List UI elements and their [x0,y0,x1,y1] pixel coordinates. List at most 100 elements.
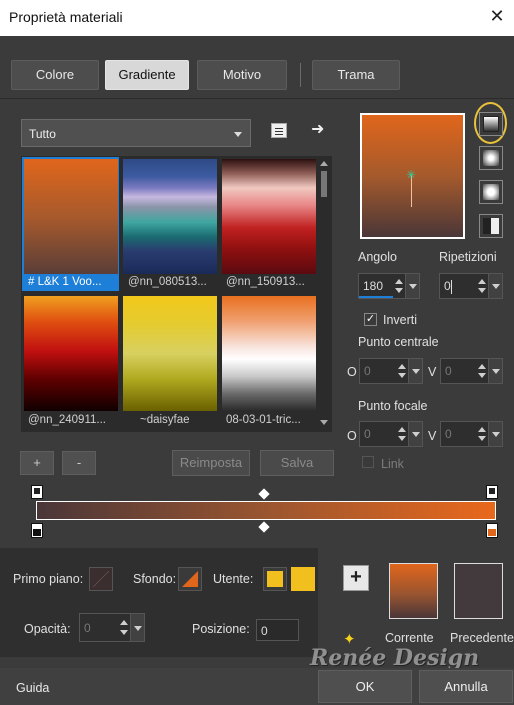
tab-gradiente[interactable]: Gradiente [105,60,189,90]
current-label: Corrente [385,631,434,645]
tab-motivo[interactable]: Motivo [197,60,287,90]
decrement-icon[interactable] [478,436,486,441]
center-v-dropdown[interactable] [488,359,502,383]
chevron-down-icon [492,369,500,374]
gradient-editor-bar[interactable] [36,501,496,520]
center-h-label: O [347,365,357,379]
angle-dropdown[interactable] [405,274,419,298]
foreground-swatch[interactable] [89,567,113,591]
add-gradient-button[interactable]: + [20,451,54,475]
opacity-dropdown[interactable] [130,614,144,641]
arrow-right-icon[interactable]: ➜ [311,119,324,139]
focal-v-dropdown[interactable] [488,422,502,446]
focal-v-spinner[interactable]: 0 [440,421,503,447]
tab-trama[interactable]: Trama [312,60,400,90]
title-bar: Proprietà materiali ✕ [0,0,514,36]
background-swatch[interactable] [178,567,202,591]
tab-colore[interactable]: Colore [11,60,99,90]
gallery-item-thumbnail[interactable] [222,159,316,274]
focal-h-spinner[interactable]: 0 [359,421,423,447]
increment-icon[interactable] [398,427,406,432]
opacity-stepper[interactable] [118,614,130,641]
scroll-down-icon[interactable] [320,420,328,425]
repeats-stepper[interactable] [476,274,488,298]
document-icon[interactable] [271,123,287,138]
opacity-spinner[interactable]: 0 [79,613,145,642]
gallery-item-thumbnail[interactable] [222,296,316,411]
reset-button[interactable]: Reimposta [172,450,250,476]
help-link[interactable]: Guida [16,681,49,695]
center-h-value: 0 [364,364,371,378]
gallery-scrollbar[interactable] [318,159,330,427]
repeats-label: Ripetizioni [439,250,497,264]
focal-h-stepper[interactable] [396,422,408,446]
gallery-item-thumbnail[interactable] [123,296,217,411]
center-v-stepper[interactable] [476,359,488,383]
opacity-stop-right[interactable] [486,485,498,499]
position-input[interactable]: 0 [256,619,299,641]
scrollbar-thumb[interactable] [321,171,327,197]
increment-icon[interactable] [478,279,486,284]
center-v-spinner[interactable]: 0 [440,358,503,384]
scroll-up-icon[interactable] [320,161,328,166]
sunburst-gradient-style-button[interactable] [479,180,503,204]
ok-button[interactable]: OK [318,670,412,703]
link-checkbox[interactable] [362,456,374,468]
angle-handle-icon[interactable]: ✳ [406,169,416,181]
opacity-stop-left[interactable] [31,485,43,499]
category-select[interactable]: Tutto [21,119,251,147]
focal-v-stepper[interactable] [476,422,488,446]
center-h-stepper[interactable] [396,359,408,383]
decrement-icon[interactable] [398,373,406,378]
increment-icon[interactable] [478,427,486,432]
save-button[interactable]: Salva [260,450,334,476]
gallery-item-label: 08-03-01-tric... [226,414,301,426]
gallery-item-thumbnail[interactable] [24,159,118,274]
remove-gradient-button[interactable]: - [62,451,96,475]
chevron-down-icon [234,132,242,137]
focal-h-label: O [347,429,357,443]
color-midpoint[interactable] [258,521,270,533]
increment-icon[interactable] [478,364,486,369]
cancel-button[interactable]: Annulla [419,670,513,703]
gradient-preview[interactable]: ✳ [360,113,465,239]
color-stop-left[interactable] [31,523,43,538]
decrement-icon[interactable] [478,288,486,293]
linear-gradient-style-button[interactable] [479,112,503,136]
decrement-icon[interactable] [120,630,128,635]
increment-icon[interactable] [398,364,406,369]
center-v-value: 0 [445,364,452,378]
angle-spinner[interactable]: 180 [358,273,420,299]
opacity-midpoint[interactable] [258,488,270,500]
increment-icon[interactable] [120,620,128,625]
chevron-down-icon [492,432,500,437]
center-h-spinner[interactable]: 0 [359,358,423,384]
focal-h-dropdown[interactable] [408,422,422,446]
linear-gradient-icon [483,116,499,132]
close-icon[interactable]: ✕ [488,7,506,25]
gallery-item-thumbnail[interactable] [24,296,118,411]
gallery-item-thumbnail[interactable] [123,159,217,274]
invert-checkbox[interactable]: ✓ [364,313,377,326]
current-swatch [389,563,438,619]
increment-icon[interactable] [395,279,403,284]
user-color-swatch[interactable] [291,567,315,591]
center-h-dropdown[interactable] [408,359,422,383]
decrement-icon[interactable] [395,288,403,293]
repeats-dropdown[interactable] [488,274,502,298]
category-select-value: Tutto [29,127,56,141]
decrement-icon[interactable] [398,436,406,441]
user-swatch-small[interactable] [263,567,287,591]
text-cursor [451,280,452,294]
gallery-item-label: @nn_150913... [226,276,305,288]
previous-swatch[interactable] [454,563,503,619]
angle-stepper[interactable] [393,274,405,298]
user-label: Utente: [213,572,254,586]
rectangular-gradient-style-button[interactable] [479,146,503,170]
gallery-item-label: ~daisyfae [140,414,190,426]
color-stop-right[interactable] [486,523,498,538]
radial-gradient-style-button[interactable] [479,214,503,238]
decrement-icon[interactable] [478,373,486,378]
plus-icon[interactable]: + [343,565,369,591]
repeats-spinner[interactable]: 0 [439,273,503,299]
